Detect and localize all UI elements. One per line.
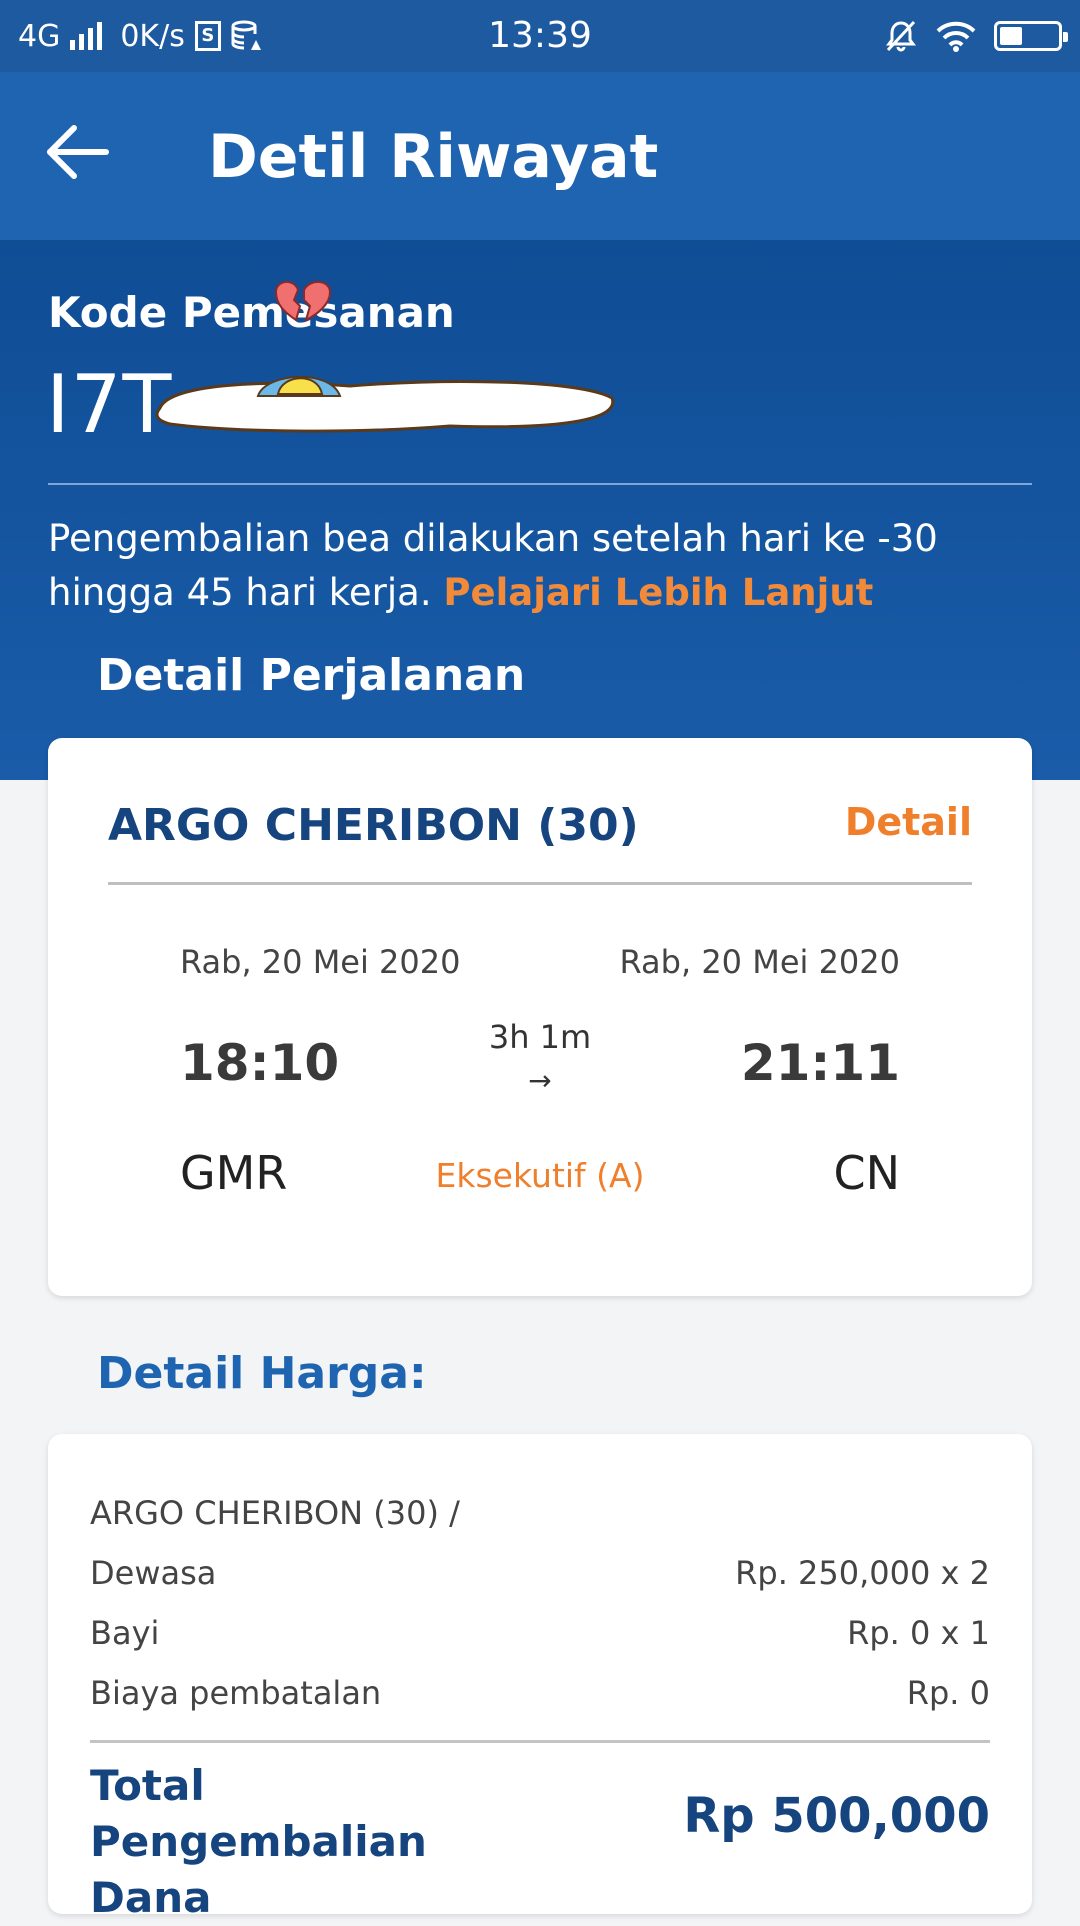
trip-details-heading: Detail Perjalanan [97, 650, 526, 701]
wifi-icon [936, 21, 976, 52]
price-train-line: ARGO CHERIBON (30) / [90, 1494, 990, 1532]
booking-summary: Kode Pemesanan I7T Pengembalian bea dila… [0, 240, 1080, 780]
price-row-value: Rp. 0 [906, 1674, 990, 1712]
network-label: 4G [18, 18, 61, 54]
app-bar: Detil Riwayat [0, 72, 1080, 240]
price-row: Dewasa Rp. 250,000 x 2 [90, 1554, 990, 1592]
card-divider [108, 882, 972, 885]
total-refund-label: Total Pengembalian Dana [90, 1761, 427, 1922]
arrival-date: Rab, 20 Mei 2020 [619, 943, 900, 981]
notifications-off-icon [886, 20, 916, 52]
battery-icon [994, 21, 1068, 51]
price-card: ARGO CHERIBON (30) / Dewasa Rp. 250,000 … [48, 1434, 1032, 1922]
refund-note: Pengembalian bea dilakukan setelah hari … [48, 512, 1038, 620]
page-title: Detil Riwayat [208, 122, 659, 192]
price-row-label: Dewasa [90, 1554, 217, 1592]
status-right [884, 0, 1068, 72]
price-row-label: Bayi [90, 1614, 160, 1652]
trip-card: ARGO CHERIBON (30) Detail Rab, 20 Mei 20… [48, 738, 1032, 1296]
booking-code-label: Kode Pemesanan [48, 288, 455, 337]
battery-level [1000, 27, 1022, 45]
arrival-station: CN [833, 1146, 900, 1200]
arrival-time: 21:11 [740, 1034, 900, 1092]
price-row: Biaya pembatalan Rp. 0 [90, 1674, 990, 1712]
database-alert-icon [231, 20, 261, 50]
price-row-label: Biaya pembatalan [90, 1674, 382, 1712]
train-name: ARGO CHERIBON (30) [108, 800, 639, 851]
departure-date: Rab, 20 Mei 2020 [180, 943, 461, 981]
status-left: 4G 0K/s S [18, 0, 261, 72]
train-detail-link[interactable]: Detail [845, 800, 972, 844]
hero-divider [48, 483, 1032, 485]
price-row-value: Rp. 250,000 x 2 [735, 1554, 990, 1592]
price-row-value: Rp. 0 x 1 [847, 1614, 990, 1652]
signal-icon [70, 22, 103, 50]
status-bar: 4G 0K/s S 13:39 [0, 0, 1080, 72]
learn-more-link[interactable]: Pelajari Lebih Lanjut [443, 571, 873, 614]
price-details-heading: Detail Harga: [97, 1348, 427, 1399]
redaction-sticker [155, 375, 615, 433]
price-train-label: ARGO CHERIBON (30) / [90, 1494, 460, 1532]
back-arrow-icon[interactable] [44, 122, 114, 182]
broken-heart-icon [274, 281, 332, 322]
price-divider [90, 1740, 990, 1743]
price-row: Bayi Rp. 0 x 1 [90, 1614, 990, 1652]
data-speed: 0K/s [120, 18, 185, 54]
total-refund-value: Rp 500,000 [683, 1788, 990, 1844]
s-box-icon: S [194, 21, 221, 51]
